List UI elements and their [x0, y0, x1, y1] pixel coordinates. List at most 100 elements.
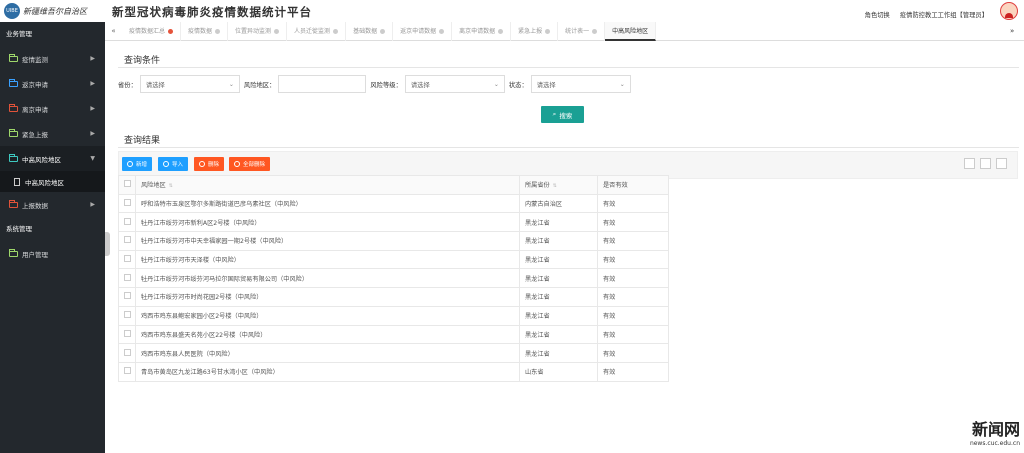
- search-button[interactable]: ⌕ 搜索: [541, 106, 584, 123]
- row-checkbox[interactable]: [123, 236, 131, 244]
- current-user[interactable]: 疫情防控教工工作组【管理员】: [900, 10, 988, 19]
- tab-scroll-right-icon[interactable]: »: [1010, 27, 1024, 35]
- select-all-cell[interactable]: [118, 175, 136, 195]
- tab[interactable]: 离京申请数据: [452, 21, 512, 41]
- sidebar-item-user-management[interactable]: 用户管理: [0, 241, 105, 266]
- query-section-title: 查询条件: [124, 56, 161, 66]
- close-icon[interactable]: [168, 28, 174, 34]
- row-checkbox-cell[interactable]: [118, 268, 136, 289]
- tab[interactable]: 位置异动监测: [228, 21, 288, 41]
- row-checkbox-cell[interactable]: [118, 193, 136, 214]
- table-cell: 鸡西市鸡东县人民医院（中风险）: [135, 343, 520, 363]
- select-all-checkbox[interactable]: [123, 180, 131, 188]
- delete-button[interactable]: 删除: [194, 157, 225, 171]
- sidebar-item[interactable]: 返京申请 ▶: [0, 71, 105, 96]
- top-bar: UIBE 新疆维吾尔自治区 新型冠状病毒肺炎疫情数据统计平台 角色切换 疫情防控…: [0, 0, 1024, 22]
- sidebar-item[interactable]: 疫情监测 ▶: [0, 46, 105, 71]
- table-row[interactable]: 牡丹江市绥芬河市天泽楼（中风险） 黑龙江省 有效: [118, 249, 669, 270]
- sidebar: 业务管理 疫情监测 ▶ 返京申请 ▶ 离京申请 ▶ 紧急上报 ▶ 中高风险地区 ▼ 中高风险地区 …: [0, 22, 105, 453]
- column-header-province[interactable]: 所属省份 ⇅: [519, 175, 598, 195]
- row-checkbox[interactable]: [123, 199, 131, 207]
- sidebar-item-label: 中高风险地区: [22, 155, 61, 164]
- risk-level-select[interactable]: 请选择 ⌄: [404, 75, 505, 93]
- sidebar-subitem-risk-areas[interactable]: 中高风险地区: [0, 171, 105, 192]
- sidebar-subitem-label: 中高风险地区: [25, 178, 64, 187]
- folder-icon: [9, 199, 18, 208]
- sidebar-item[interactable]: 紧急上报 ▶: [0, 121, 105, 146]
- column-header-label: 是否有效: [603, 182, 628, 190]
- sidebar-item-reported-data[interactable]: 上报数据 ▶: [0, 192, 105, 217]
- close-icon[interactable]: [380, 28, 386, 34]
- sidebar-section-system: 系统管理: [6, 225, 32, 233]
- tab[interactable]: 返京申请数据: [393, 21, 453, 41]
- sort-icon[interactable]: ⇅: [169, 183, 173, 189]
- close-icon[interactable]: [215, 28, 221, 34]
- table-row[interactable]: 呼和浩特市玉泉区鄂尔多斯路街道巴彦乌素社区（中风险） 内蒙古自治区 有效: [118, 193, 669, 214]
- table-row[interactable]: 牡丹江市绥芬河市时尚花园2号楼（中风险） 黑龙江省 有效: [118, 287, 669, 307]
- row-checkbox-cell[interactable]: [118, 305, 136, 326]
- folder-icon: [9, 248, 18, 257]
- row-checkbox-cell[interactable]: [118, 249, 136, 270]
- table-row[interactable]: 青岛市黄岛区九龙江路63号甘水湾小区（中风险） 山东省 有效: [118, 361, 669, 382]
- table-cell: 山东省: [519, 361, 598, 382]
- delete-all-button[interactable]: 全部删除: [229, 157, 271, 171]
- row-checkbox[interactable]: [123, 292, 131, 300]
- row-checkbox-cell[interactable]: [118, 324, 136, 345]
- role-switch-link[interactable]: 角色切换: [865, 10, 890, 19]
- table-row[interactable]: 鸡西市鸡东县盛天名苑小区22号楼（中风险） 黑龙江省 有效: [118, 324, 669, 345]
- tab[interactable]: 人员迁徙监测: [287, 21, 347, 41]
- tab-label: 基础数据: [353, 27, 378, 35]
- table-row[interactable]: 牡丹江市绥芬河市中天幸福家园一期2号楼（中风险） 黑龙江省 有效: [118, 231, 669, 251]
- row-checkbox[interactable]: [123, 348, 131, 356]
- sidebar-item[interactable]: 中高风险地区 ▼: [0, 146, 105, 171]
- tab-scroll-left-icon[interactable]: «: [105, 27, 122, 35]
- folder-icon: [9, 153, 18, 162]
- province-select[interactable]: 请选择 ⌄: [139, 75, 240, 93]
- print-icon[interactable]: [996, 158, 1007, 169]
- columns-icon[interactable]: [964, 158, 975, 169]
- row-checkbox[interactable]: [123, 311, 131, 319]
- tab[interactable]: 疫情数据汇总: [122, 21, 182, 41]
- close-icon[interactable]: [333, 28, 339, 34]
- column-header-label: 所属省份: [525, 182, 550, 190]
- risk-area-input[interactable]: [278, 75, 367, 93]
- sort-icon[interactable]: ⇅: [553, 183, 557, 189]
- close-icon[interactable]: [592, 28, 598, 34]
- row-checkbox[interactable]: [123, 329, 131, 337]
- table-row[interactable]: 鸡西市鸡东县鲍宏家园小区2号楼（中风险） 黑龙江省 有效: [118, 305, 669, 326]
- row-checkbox[interactable]: [123, 367, 131, 375]
- delete-all-button-label: 全部删除: [243, 162, 266, 168]
- row-checkbox[interactable]: [123, 273, 131, 281]
- table-row[interactable]: 鸡西市鸡东县人民医院（中风险） 黑龙江省 有效: [118, 343, 669, 363]
- close-icon[interactable]: [274, 28, 280, 34]
- row-checkbox-cell[interactable]: [118, 361, 136, 382]
- row-checkbox-cell[interactable]: [118, 343, 136, 363]
- results-table: 风险地区 ⇅ 所属省份 ⇅ 是否有效 呼和浩特市玉泉区鄂尔多斯路街道巴彦乌素社区（中…: [118, 175, 669, 382]
- tab[interactable]: 中高风险地区: [605, 21, 657, 41]
- folder-icon: [9, 78, 18, 87]
- import-button[interactable]: 导入: [158, 157, 189, 171]
- row-checkbox[interactable]: [123, 217, 131, 225]
- close-icon[interactable]: [545, 28, 551, 34]
- row-checkbox-cell[interactable]: [118, 212, 136, 233]
- close-icon[interactable]: [498, 28, 504, 34]
- row-checkbox-cell[interactable]: [118, 287, 136, 307]
- table-row[interactable]: 牡丹江市绥芬河市新利A区2号楼（中风险） 黑龙江省 有效: [118, 212, 669, 233]
- sidebar-item[interactable]: 离京申请 ▶: [0, 96, 105, 121]
- status-select[interactable]: 请选择 ⌄: [530, 75, 631, 93]
- tab[interactable]: 统计表一: [558, 21, 606, 41]
- close-icon[interactable]: [439, 28, 445, 34]
- table-cell: 黑龙江省: [519, 343, 598, 363]
- import-icon: [163, 161, 169, 167]
- tab[interactable]: 基础数据: [346, 21, 394, 41]
- row-checkbox-cell[interactable]: [118, 231, 136, 251]
- table-row[interactable]: 牡丹江市绥芬河市绥芬河马拉尔国际贸易有限公司（中风险） 黑龙江省 有效: [118, 268, 669, 289]
- add-button[interactable]: 新增: [122, 157, 153, 171]
- row-checkbox[interactable]: [123, 255, 131, 263]
- tab[interactable]: 疫情数据: [181, 21, 229, 41]
- sidebar-item-label: 上报数据: [22, 201, 48, 210]
- export-icon[interactable]: [980, 158, 991, 169]
- tab[interactable]: 紧急上报: [511, 21, 559, 41]
- column-header-risk-area[interactable]: 风险地区 ⇅: [135, 175, 520, 195]
- avatar[interactable]: [1000, 2, 1018, 20]
